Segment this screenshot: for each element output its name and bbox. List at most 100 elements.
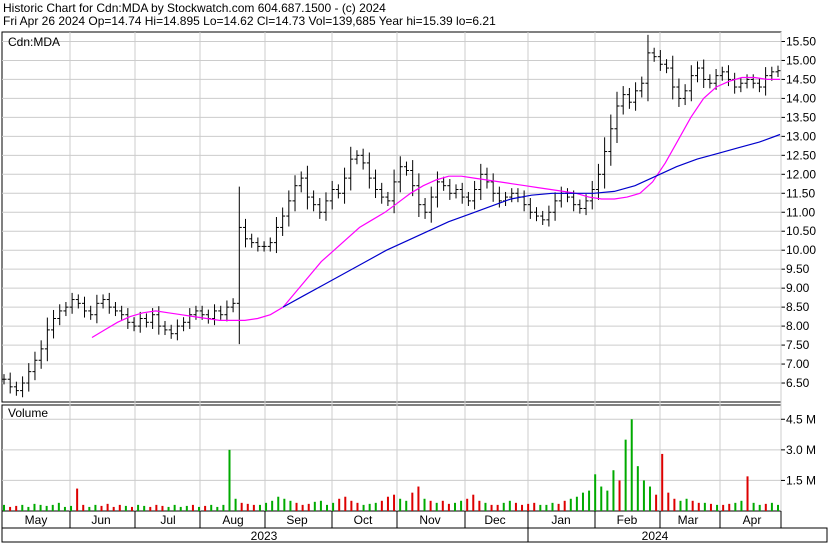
volume-bar (399, 498, 402, 511)
volume-bar (435, 502, 438, 511)
volume-bar (124, 505, 127, 511)
month-tick-label: Jun (91, 513, 110, 527)
month-tick-label: Mar (678, 513, 699, 527)
volume-bar (252, 504, 255, 511)
price-bars (1, 34, 781, 398)
volume-bar (130, 506, 133, 511)
volume-bar (258, 504, 261, 511)
volume-bar (179, 506, 182, 511)
volume-bar (618, 480, 621, 511)
volume-bar (362, 504, 365, 511)
volume-bar (106, 503, 109, 511)
month-tick-label: May (25, 513, 48, 527)
volume-bar (490, 504, 493, 511)
volume-bar (740, 500, 743, 511)
price-tick-label: 9.50 (786, 262, 810, 276)
volume-bar (295, 502, 298, 511)
volume-bar (204, 505, 207, 511)
price-tick-label: 12.00 (786, 167, 816, 181)
volume-bar (734, 502, 737, 511)
volume-bar (198, 506, 201, 511)
volume-bar (76, 488, 79, 511)
volume-bar (752, 502, 755, 511)
volume-bar (185, 505, 188, 511)
price-tick-label: 10.00 (786, 243, 816, 257)
volume-bar (417, 486, 420, 511)
volume-bar (466, 498, 469, 511)
volume-bar (216, 506, 219, 511)
price-tick-label: 14.50 (786, 72, 816, 86)
volume-bar (307, 503, 310, 511)
volume-bar (356, 502, 359, 511)
volume-bar (447, 503, 450, 511)
volume-bar (313, 501, 316, 511)
moving-average-short-line (91, 76, 780, 339)
volume-bar (283, 498, 286, 511)
volume-panel-border (1, 404, 782, 512)
volume-bar (429, 500, 432, 511)
volume-bar (746, 476, 749, 511)
volume-bar (600, 486, 603, 511)
volume-bar (137, 504, 140, 511)
volume-bar (673, 498, 676, 511)
volume-bar (228, 449, 231, 511)
volume-bars (3, 419, 779, 511)
volume-bar (380, 500, 383, 511)
volume-bar (112, 506, 115, 511)
price-tick-label: 8.00 (786, 319, 810, 333)
volume-bar (441, 500, 444, 511)
chart-frame (1, 31, 828, 543)
volume-bar (368, 503, 371, 511)
volume-bar (703, 502, 706, 511)
moving-average-long-line (282, 133, 781, 308)
price-tick-label: 6.50 (786, 376, 810, 390)
volume-bar (685, 498, 688, 511)
volume-tick-label: 3.0 M (786, 443, 816, 457)
volume-bar (563, 500, 566, 511)
volume-bar (63, 506, 66, 511)
volume-bar (521, 504, 524, 511)
volume-bar (39, 504, 42, 511)
volume-bar (246, 503, 249, 511)
volume-bar (551, 502, 554, 511)
volume-bar (149, 506, 152, 511)
volume-bar (636, 466, 639, 511)
volume-bar (326, 504, 329, 511)
volume-panel-label: Volume (8, 406, 48, 420)
volume-bar (332, 502, 335, 511)
volume-bar (514, 502, 517, 511)
volume-bar (277, 496, 280, 511)
volume-bar (758, 504, 761, 511)
volume-bar (588, 490, 591, 511)
month-tick-label: Jan (551, 513, 570, 527)
moving-averages (91, 76, 781, 339)
volume-bar (679, 500, 682, 511)
volume-bar (502, 502, 505, 511)
volume-bar (423, 498, 426, 511)
month-tick-label: Dec (484, 513, 505, 527)
volume-bar (27, 506, 30, 511)
price-tick-label: 15.50 (786, 34, 816, 48)
volume-bar (405, 500, 408, 511)
volume-bar (301, 504, 304, 511)
volume-bar (539, 504, 542, 511)
volume-bar (770, 502, 773, 511)
volume-bar (234, 498, 237, 511)
volume-bar (557, 503, 560, 511)
volume-bar (606, 490, 609, 511)
volume-bar (240, 502, 243, 511)
volume-bar (161, 505, 164, 511)
month-tick-label: Feb (617, 513, 638, 527)
volume-bar (642, 480, 645, 511)
month-tick-label: Apr (743, 513, 762, 527)
grid-lines (2, 32, 785, 542)
month-tick-label: Aug (222, 513, 243, 527)
volume-bar (9, 506, 12, 511)
price-tick-label: 12.50 (786, 148, 816, 162)
volume-bar (222, 504, 225, 511)
volume-bar (33, 503, 36, 511)
volume-tick-label: 1.5 M (786, 473, 816, 487)
volume-bar (777, 504, 779, 511)
price-tick-label: 15.00 (786, 53, 816, 67)
volume-bar (100, 505, 103, 511)
